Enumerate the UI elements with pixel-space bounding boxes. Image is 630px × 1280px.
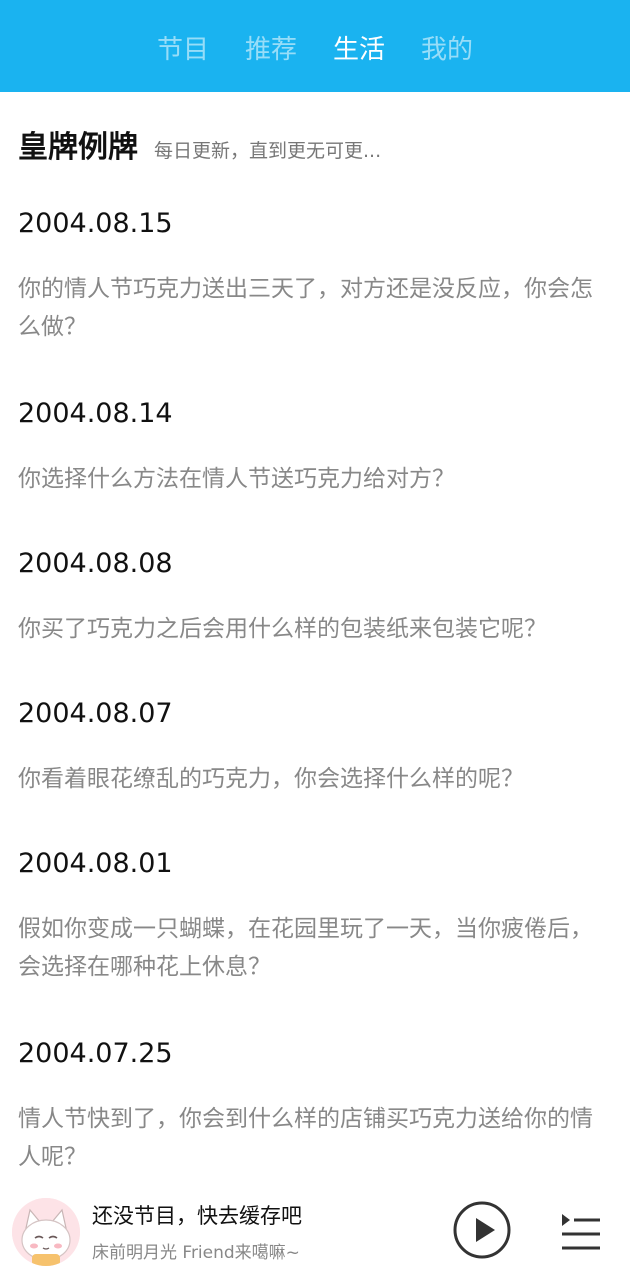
list-item[interactable]: 2004.08.15 你的情人节巧克力送出三天了，对方还是没反应，你会怎么做？ xyxy=(18,204,612,346)
tab-life[interactable]: 生活 xyxy=(333,27,385,66)
list-item[interactable]: 2004.08.07 你看着眼花缭乱的巧克力，你会选择什么样的呢？ xyxy=(18,694,612,798)
entry-question: 你买了巧克力之后会用什么样的包装纸来包装它呢？ xyxy=(18,616,547,642)
play-button[interactable] xyxy=(452,1200,512,1260)
tab-recommend[interactable]: 推荐 xyxy=(245,27,297,66)
entry-date: 2004.08.07 xyxy=(18,698,173,729)
playlist-button[interactable] xyxy=(556,1208,602,1254)
entry-question: 你的情人节巧克力送出三天了，对方还是没反应，你会怎么做？ xyxy=(18,276,593,340)
entry-date: 2004.07.25 xyxy=(18,1038,173,1069)
cat-avatar-icon[interactable] xyxy=(12,1198,80,1266)
section-title: 皇牌例牌 xyxy=(18,130,138,165)
play-icon xyxy=(453,1201,511,1259)
section-subtitle: 每日更新，直到更无可更... xyxy=(154,140,382,162)
section-header: 皇牌例牌 每日更新，直到更无可更... xyxy=(18,122,381,166)
mini-player[interactable]: 还没节目，快去缓存吧 床前明月光 Friend来噶嘛~ xyxy=(0,1192,630,1280)
content-list[interactable]: 皇牌例牌 每日更新，直到更无可更... 2004.08.15 你的情人节巧克力送… xyxy=(0,92,630,1192)
entry-question: 假如你变成一只蝴蝶，在花园里玩了一天，当你疲倦后，会选择在哪种花上休息？ xyxy=(18,916,593,980)
list-item[interactable]: 2004.08.14 你选择什么方法在情人节送巧克力给对方？ xyxy=(18,394,612,498)
entry-question: 你看着眼花缭乱的巧克力，你会选择什么样的呢？ xyxy=(18,766,524,792)
player-title: 还没节目，快去缓存吧 xyxy=(92,1204,302,1228)
entry-date: 2004.08.14 xyxy=(18,398,173,429)
entry-date: 2004.08.01 xyxy=(18,848,173,879)
tab-mine[interactable]: 我的 xyxy=(421,27,473,66)
list-item[interactable]: 2004.08.08 你买了巧克力之后会用什么样的包装纸来包装它呢？ xyxy=(18,544,612,648)
top-nav-bar: 节目 推荐 生活 我的 xyxy=(0,0,630,92)
list-item[interactable]: 2004.08.01 假如你变成一只蝴蝶，在花园里玩了一天，当你疲倦后，会选择在… xyxy=(18,844,612,986)
entry-question: 情人节快到了，你会到什么样的店铺买巧克力送给你的情人呢？ xyxy=(18,1106,593,1170)
playlist-icon xyxy=(562,1214,600,1250)
list-item[interactable]: 2004.07.25 情人节快到了，你会到什么样的店铺买巧克力送给你的情人呢？ xyxy=(18,1034,612,1176)
entry-date: 2004.08.08 xyxy=(18,548,173,579)
tab-programs[interactable]: 节目 xyxy=(157,27,209,66)
entry-question: 你选择什么方法在情人节送巧克力给对方？ xyxy=(18,466,455,492)
player-subtitle: 床前明月光 Friend来噶嘛~ xyxy=(92,1243,300,1263)
entry-date: 2004.08.15 xyxy=(18,208,173,239)
